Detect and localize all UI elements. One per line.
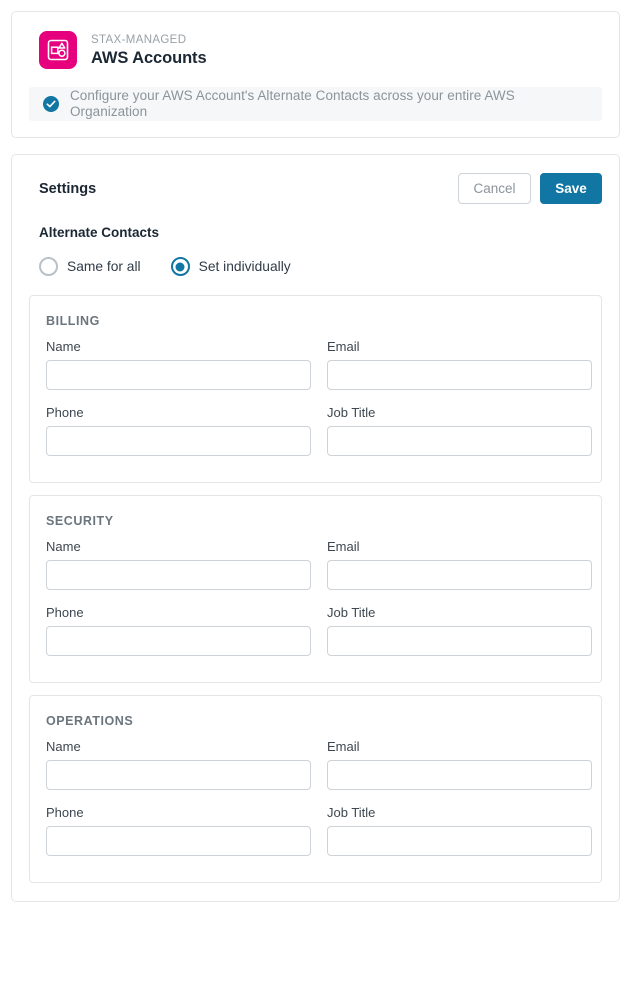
operations-email-input[interactable] bbox=[327, 760, 592, 790]
field-job-title: Job Title bbox=[327, 404, 592, 456]
field-label: Job Title bbox=[327, 405, 376, 420]
billing-job-title-input[interactable] bbox=[327, 426, 592, 456]
field-phone: Phone bbox=[46, 604, 311, 656]
field-email: Email bbox=[327, 338, 592, 390]
field-job-title: Job Title bbox=[327, 604, 592, 656]
billing-email-input[interactable] bbox=[327, 360, 592, 390]
radio-option-same-for-all[interactable]: Same for all bbox=[39, 257, 141, 276]
radio-indicator bbox=[39, 257, 58, 276]
operations-phone-input[interactable] bbox=[46, 826, 311, 856]
settings-card: Settings Cancel Save Alternate Contacts … bbox=[11, 154, 620, 902]
field-label: Email bbox=[327, 739, 360, 754]
field-label: Name bbox=[46, 339, 81, 354]
field-grid: Name Email Phone Job Title bbox=[46, 538, 592, 656]
contacts-mode-radio-group: Same for all Set individually bbox=[29, 257, 602, 276]
page-title: AWS Accounts bbox=[91, 48, 207, 67]
field-phone: Phone bbox=[46, 804, 311, 856]
info-banner: Configure your AWS Account's Alternate C… bbox=[29, 87, 602, 121]
radio-label: Set individually bbox=[198, 258, 291, 274]
operations-name-input[interactable] bbox=[46, 760, 311, 790]
field-label: Email bbox=[327, 339, 360, 354]
field-label: Job Title bbox=[327, 805, 376, 820]
field-label: Email bbox=[327, 539, 360, 554]
settings-title: Settings bbox=[39, 181, 97, 197]
page-root: STAX-MANAGED AWS Accounts Configure your… bbox=[0, 0, 631, 997]
brand-row: STAX-MANAGED AWS Accounts bbox=[29, 29, 602, 69]
field-name: Name bbox=[46, 538, 311, 590]
brand-eyebrow: STAX-MANAGED bbox=[91, 33, 187, 46]
field-label: Job Title bbox=[327, 605, 376, 620]
contact-group-security: SECURITY Name Email Phone Job Title bbox=[29, 495, 602, 683]
header-card: STAX-MANAGED AWS Accounts Configure your… bbox=[11, 11, 620, 138]
field-label: Phone bbox=[46, 405, 84, 420]
operations-job-title-input[interactable] bbox=[327, 826, 592, 856]
cancel-button[interactable]: Cancel bbox=[458, 173, 531, 204]
stax-shapes-icon bbox=[39, 31, 77, 69]
radio-label: Same for all bbox=[67, 258, 141, 274]
security-job-title-input[interactable] bbox=[327, 626, 592, 656]
settings-actions: Cancel Save bbox=[458, 173, 602, 204]
security-phone-input[interactable] bbox=[46, 626, 311, 656]
field-name: Name bbox=[46, 738, 311, 790]
brand-text: STAX-MANAGED AWS Accounts bbox=[91, 33, 207, 68]
save-button[interactable]: Save bbox=[540, 173, 602, 204]
field-grid: Name Email Phone Job Title bbox=[46, 338, 592, 456]
field-label: Phone bbox=[46, 605, 84, 620]
field-label: Name bbox=[46, 539, 81, 554]
contact-group-billing: BILLING Name Email Phone Job Title bbox=[29, 295, 602, 483]
field-phone: Phone bbox=[46, 404, 311, 456]
settings-header: Settings Cancel Save bbox=[29, 173, 602, 205]
group-title: BILLING bbox=[46, 314, 100, 328]
field-email: Email bbox=[327, 738, 592, 790]
billing-name-input[interactable] bbox=[46, 360, 311, 390]
check-circle-icon bbox=[43, 96, 59, 112]
field-name: Name bbox=[46, 338, 311, 390]
contact-groups: BILLING Name Email Phone Job Title SECUR… bbox=[29, 295, 602, 883]
billing-phone-input[interactable] bbox=[46, 426, 311, 456]
info-banner-text: Configure your AWS Account's Alternate C… bbox=[70, 88, 515, 119]
security-name-input[interactable] bbox=[46, 560, 311, 590]
field-grid: Name Email Phone Job Title bbox=[46, 738, 592, 856]
field-job-title: Job Title bbox=[327, 804, 592, 856]
group-title: SECURITY bbox=[46, 514, 114, 528]
field-label: Name bbox=[46, 739, 81, 754]
contact-group-operations: OPERATIONS Name Email Phone Job Title bbox=[29, 695, 602, 883]
radio-indicator bbox=[170, 257, 190, 276]
group-title: OPERATIONS bbox=[46, 714, 134, 728]
security-email-input[interactable] bbox=[327, 560, 592, 590]
field-email: Email bbox=[327, 538, 592, 590]
alternate-contacts-heading: Alternate Contacts bbox=[39, 225, 160, 240]
radio-option-set-individually[interactable]: Set individually bbox=[170, 257, 291, 276]
field-label: Phone bbox=[46, 805, 84, 820]
